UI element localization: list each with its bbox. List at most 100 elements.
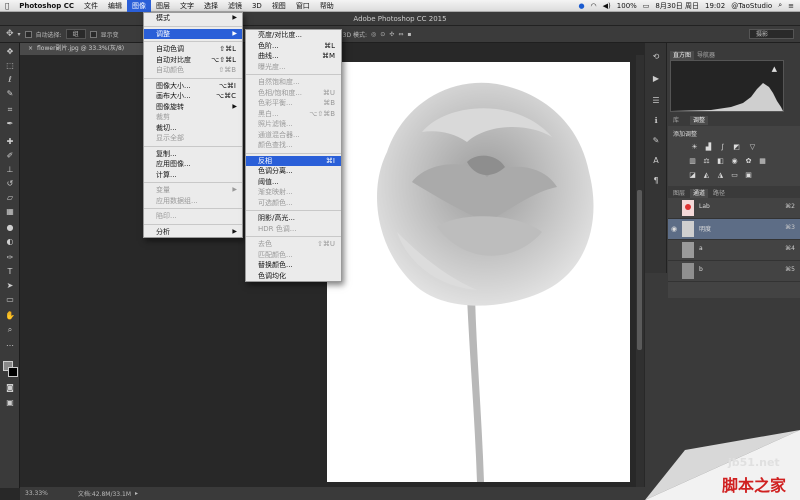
image-menu-item[interactable]: 应用图像... bbox=[144, 159, 242, 170]
posterize-icon[interactable]: ◭ bbox=[702, 171, 711, 179]
adjust-submenu-item[interactable]: 反相 ⌘I bbox=[246, 155, 341, 166]
stamp-tool-icon[interactable]: ⊥ bbox=[5, 165, 15, 174]
blur-tool-icon[interactable]: ● bbox=[5, 223, 15, 232]
image-menu-item[interactable]: 画布大小... ⌥⌘C bbox=[144, 91, 242, 102]
tab-adjustments[interactable]: 调整 bbox=[690, 116, 709, 125]
eye-icon[interactable] bbox=[671, 204, 679, 212]
channel-row-b[interactable]: b ⌘5 bbox=[668, 261, 800, 282]
properties-panel-icon[interactable]: ☰ bbox=[650, 95, 662, 106]
eye-icon[interactable] bbox=[671, 246, 679, 254]
adjust-submenu-item[interactable]: 色调均化 bbox=[246, 271, 341, 282]
brush-panel-icon[interactable]: ✎ bbox=[650, 135, 662, 146]
menu-file[interactable]: 文件 bbox=[79, 0, 103, 12]
vertical-scrollbar-thumb[interactable] bbox=[637, 190, 642, 350]
path-select-tool-icon[interactable]: ➤ bbox=[5, 281, 15, 290]
tab-histogram[interactable]: 直方图 bbox=[670, 51, 695, 60]
image-menu-item[interactable]: 复制... bbox=[144, 149, 242, 160]
gradient-map-icon[interactable]: ▭ bbox=[730, 171, 739, 179]
image-menu-item[interactable]: 自动对比度 ⌥⇧⌘L bbox=[144, 55, 242, 66]
brush-tool-icon[interactable]: ✐ bbox=[5, 151, 15, 160]
menu-edit[interactable]: 编辑 bbox=[103, 0, 127, 12]
adjust-submenu-item[interactable]: 阴影/高光... bbox=[246, 213, 341, 224]
menu-help[interactable]: 帮助 bbox=[315, 0, 339, 12]
marquee-tool-icon[interactable]: ⬚ bbox=[5, 61, 15, 70]
pen-tool-icon[interactable]: ✑ bbox=[5, 253, 15, 262]
menu-window[interactable]: 窗口 bbox=[291, 0, 315, 12]
3d-pan-icon[interactable]: ✣ bbox=[389, 31, 394, 38]
zoom-tool-icon[interactable]: ⌕ bbox=[5, 325, 15, 334]
3d-roll-icon[interactable]: ⊙ bbox=[380, 31, 385, 38]
menu-select[interactable]: 选择 bbox=[199, 0, 223, 12]
3d-slide-icon[interactable]: ⇔ bbox=[398, 31, 403, 38]
image-menu-item[interactable]: 图像旋转 ▶ bbox=[144, 102, 242, 113]
channel-row-a[interactable]: a ⌘4 bbox=[668, 240, 800, 261]
adjust-submenu-item[interactable]: 曲线... ⌘M bbox=[246, 51, 341, 62]
channel-mixer-icon[interactable]: ✿ bbox=[744, 157, 753, 165]
adjust-submenu-item[interactable]: 亮度/对比度... bbox=[246, 30, 341, 41]
move-tool-icon[interactable]: ✥ bbox=[6, 29, 14, 39]
healing-tool-icon[interactable]: ✚ bbox=[5, 137, 15, 146]
menu-filter[interactable]: 滤镜 bbox=[223, 0, 247, 12]
type-tool-icon[interactable]: T bbox=[5, 267, 15, 276]
hand-tool-icon[interactable]: ✋ bbox=[5, 311, 15, 320]
eye-icon[interactable] bbox=[671, 267, 679, 275]
more-tools-icon[interactable]: … bbox=[5, 339, 15, 348]
image-menu-item[interactable]: 分析 ▶ bbox=[144, 227, 242, 238]
menu-image[interactable]: 图像 bbox=[126, 0, 151, 12]
eraser-tool-icon[interactable]: ▱ bbox=[5, 193, 15, 202]
3d-scale-icon[interactable]: ▪ bbox=[407, 31, 411, 38]
adjust-submenu-item[interactable]: 色调分离... bbox=[246, 166, 341, 177]
adjust-submenu-item[interactable]: 阈值... bbox=[246, 177, 341, 188]
quick-select-tool-icon[interactable]: ✎ bbox=[5, 89, 15, 98]
adjust-submenu-item[interactable]: 替换颜色... bbox=[246, 260, 341, 271]
eyedropper-tool-icon[interactable]: ✒ bbox=[5, 119, 15, 128]
lasso-tool-icon[interactable]: ℓ bbox=[5, 75, 15, 84]
exposure-icon[interactable]: ◩ bbox=[732, 143, 741, 151]
quick-mask-icon[interactable]: ◙ bbox=[5, 383, 15, 392]
color-lookup-icon[interactable]: ▦ bbox=[758, 157, 767, 165]
image-menu-item[interactable]: 调整 ▶ bbox=[144, 28, 242, 39]
image-menu-item[interactable]: 模式 ▶ bbox=[144, 13, 242, 24]
channel-row-lightness[interactable]: ◉ 明度 ⌘3 bbox=[668, 219, 800, 240]
gradient-tool-icon[interactable]: ▦ bbox=[5, 207, 15, 216]
selective-color-icon[interactable]: ▣ bbox=[744, 171, 753, 179]
image-menu-item[interactable]: 自动色调 ⇧⌘L bbox=[144, 44, 242, 55]
menu-type[interactable]: 文字 bbox=[175, 0, 199, 12]
zoom-level[interactable]: 33.33% bbox=[25, 490, 48, 497]
eye-icon[interactable]: ◉ bbox=[671, 225, 679, 233]
clock-time[interactable]: 19:02 bbox=[705, 2, 725, 10]
image-menu-item[interactable]: 裁切... bbox=[144, 123, 242, 134]
battery-icon[interactable]: ▭ bbox=[643, 2, 650, 10]
clock-date[interactable]: 8月30日 周日 bbox=[655, 1, 699, 11]
background-color-swatch[interactable] bbox=[8, 367, 18, 377]
status-icon[interactable]: ● bbox=[578, 2, 584, 10]
doc-size[interactable]: 文档:42.8M/33.1M bbox=[78, 489, 131, 498]
menu-view[interactable]: 视图 bbox=[267, 0, 291, 12]
hue-saturation-icon[interactable]: ▥ bbox=[688, 157, 697, 165]
tab-layers[interactable]: 图层 bbox=[670, 189, 688, 198]
curves-icon[interactable]: ∫ bbox=[718, 143, 727, 151]
brightness-icon[interactable]: ☀ bbox=[690, 143, 699, 151]
menu-layer[interactable]: 图层 bbox=[151, 0, 175, 12]
auto-select-checkbox[interactable] bbox=[24, 30, 32, 38]
channel-row-lab[interactable]: Lab ⌘2 bbox=[668, 198, 800, 219]
workspace-dropdown[interactable]: 摄影 bbox=[749, 29, 794, 39]
image-menu-item[interactable]: 计算... bbox=[144, 170, 242, 181]
tab-navigator[interactable]: 导航器 bbox=[694, 51, 718, 60]
history-panel-icon[interactable]: ⟲ bbox=[650, 51, 662, 62]
image-menu-item[interactable]: 图像大小... ⌥⌘I bbox=[144, 81, 242, 92]
menu-app-name[interactable]: Photoshop CC bbox=[14, 0, 79, 12]
apple-icon[interactable]:  bbox=[0, 0, 14, 12]
history-brush-tool-icon[interactable]: ↺ bbox=[5, 179, 15, 188]
dodge-tool-icon[interactable]: ◐ bbox=[5, 237, 15, 246]
user-name[interactable]: @TaoStudio bbox=[731, 2, 772, 10]
volume-icon[interactable]: ◀) bbox=[603, 2, 611, 10]
adjust-submenu-item[interactable]: 色阶... ⌘L bbox=[246, 41, 341, 52]
crop-tool-icon[interactable]: ⌗ bbox=[5, 105, 15, 114]
shape-tool-icon[interactable]: ▭ bbox=[5, 295, 15, 304]
invert-icon[interactable]: ◪ bbox=[688, 171, 697, 179]
tab-libraries[interactable]: 库 bbox=[670, 116, 682, 125]
auto-select-dropdown[interactable]: 组 bbox=[65, 29, 86, 39]
tab-channels[interactable]: 通道 bbox=[690, 189, 709, 198]
3d-orbit-icon[interactable]: ◎ bbox=[371, 31, 376, 38]
